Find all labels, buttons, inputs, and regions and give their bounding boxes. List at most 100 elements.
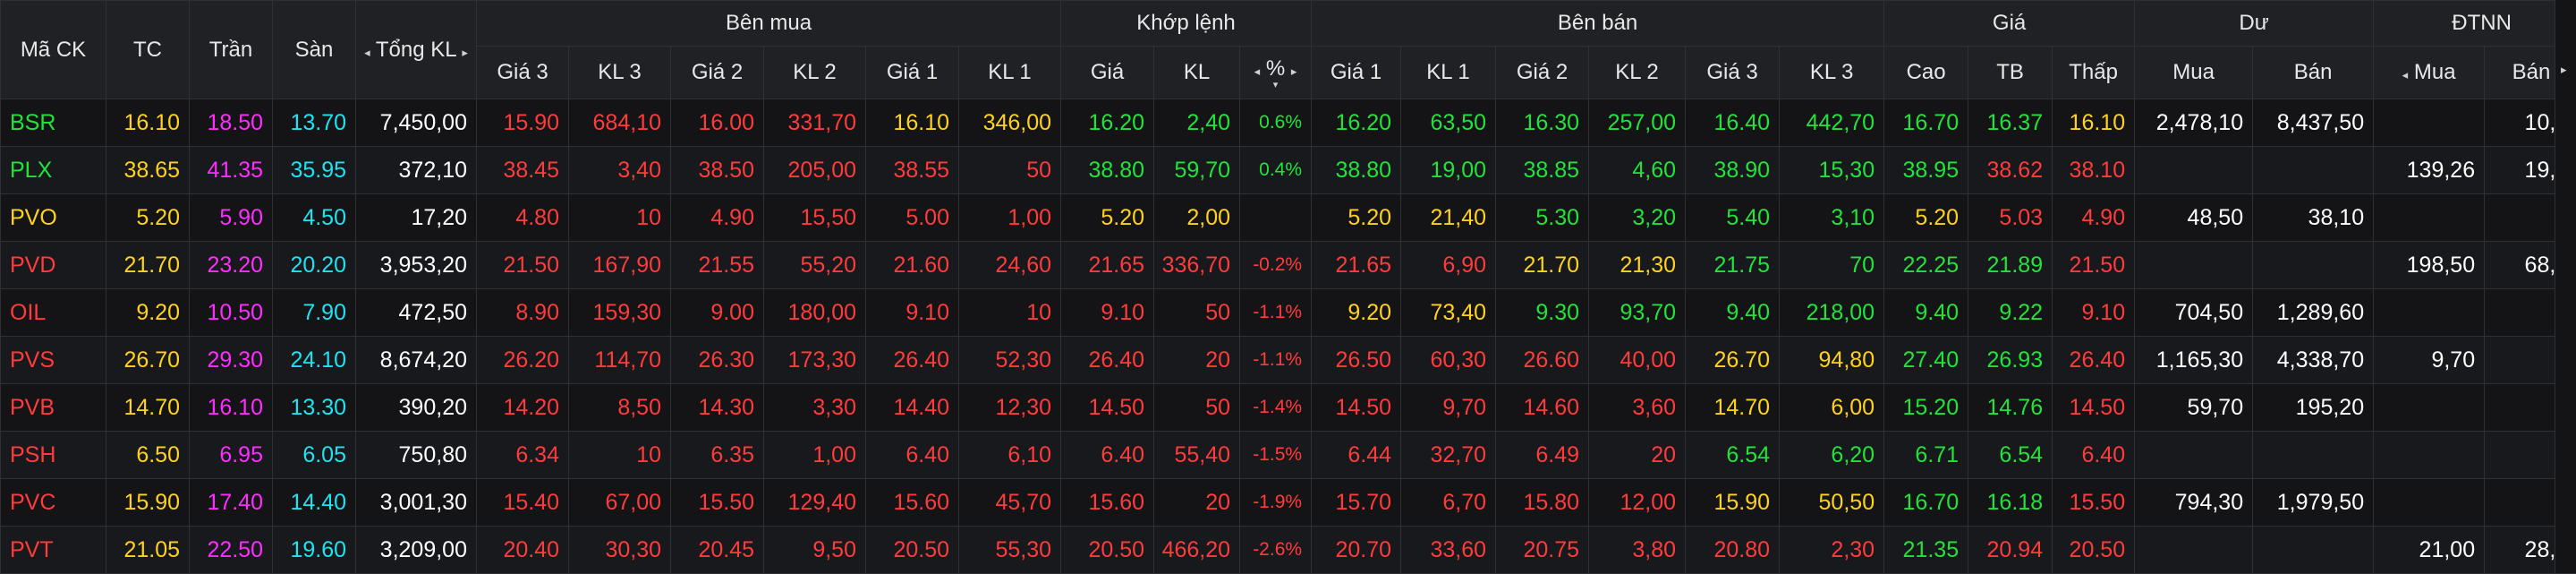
remain-buy: 48,50 <box>2135 194 2253 242</box>
col-sell-price-1[interactable]: Giá 1 <box>1312 47 1401 99</box>
ref-price: 21.05 <box>106 527 190 574</box>
sell-vol-1: 60,30 <box>1401 337 1496 384</box>
triangle-left-icon[interactable]: ◂ <box>2402 68 2409 81</box>
high-price: 5.20 <box>1884 194 1968 242</box>
table-row[interactable]: PVC 15.90 17.40 14.40 3,001,30 15.40 67,… <box>1 479 2576 527</box>
col-buy-vol-3[interactable]: KL 3 <box>569 47 671 99</box>
low-price: 6.40 <box>2053 432 2135 479</box>
stock-symbol[interactable]: PVB <box>1 384 106 432</box>
match-price: 20.50 <box>1061 527 1154 574</box>
col-buy-price-1[interactable]: Giá 1 <box>866 47 959 99</box>
col-high[interactable]: Cao <box>1884 47 1968 99</box>
match-vol: 20 <box>1154 337 1240 384</box>
remain-buy <box>2135 432 2253 479</box>
col-match-vol[interactable]: KL <box>1154 47 1240 99</box>
table-row[interactable]: PVO 5.20 5.90 4.50 17,20 4.80 10 4.90 15… <box>1 194 2576 242</box>
high-price: 27.40 <box>1884 337 1968 384</box>
stock-symbol[interactable]: PVS <box>1 337 106 384</box>
col-sell-price-3[interactable]: Giá 3 <box>1686 47 1780 99</box>
buy-vol-3: 684,10 <box>569 99 671 147</box>
buy-vol-1: 45,70 <box>959 479 1061 527</box>
sell-vol-3: 50,50 <box>1780 479 1884 527</box>
buy-vol-2: 331,70 <box>764 99 866 147</box>
ceiling-price: 17.40 <box>190 479 273 527</box>
col-sell-vol-3[interactable]: KL 3 <box>1780 47 1884 99</box>
stock-symbol[interactable]: PVO <box>1 194 106 242</box>
table-row[interactable]: PVD 21.70 23.20 20.20 3,953,20 21.50 167… <box>1 242 2576 289</box>
remain-sell <box>2253 147 2374 194</box>
match-price: 21.65 <box>1061 242 1154 289</box>
sell-price-3: 26.70 <box>1686 337 1780 384</box>
stock-symbol[interactable]: PVD <box>1 242 106 289</box>
horizontal-scroll-edge[interactable]: ▸ <box>2555 0 2576 573</box>
stock-symbol[interactable]: PLX <box>1 147 106 194</box>
triangle-right-icon[interactable]: ▸ <box>1291 64 1297 78</box>
triangle-right-icon[interactable]: ▸ <box>462 46 468 59</box>
triangle-right-icon[interactable]: ▸ <box>2561 63 2567 77</box>
total-volume: 750,80 <box>356 432 477 479</box>
high-price: 9.40 <box>1884 289 1968 337</box>
stock-symbol[interactable]: PVT <box>1 527 106 574</box>
match-vol: 466,20 <box>1154 527 1240 574</box>
col-sell-vol-2[interactable]: KL 2 <box>1589 47 1686 99</box>
col-buy-vol-1[interactable]: KL 1 <box>959 47 1061 99</box>
col-sell-vol-1[interactable]: KL 1 <box>1401 47 1496 99</box>
match-price: 16.20 <box>1061 99 1154 147</box>
buy-price-3: 8.90 <box>477 289 569 337</box>
col-foreign-buy[interactable]: ◂ Mua <box>2374 47 2485 99</box>
col-avg[interactable]: TB <box>1968 47 2053 99</box>
buy-price-2: 20.45 <box>671 527 764 574</box>
col-symbol[interactable]: Mã CK <box>1 1 106 99</box>
table-row[interactable]: BSR 16.10 18.50 13.70 7,450,00 15.90 684… <box>1 99 2576 147</box>
floor-price: 13.70 <box>273 99 356 147</box>
match-vol: 59,70 <box>1154 147 1240 194</box>
buy-vol-3: 167,90 <box>569 242 671 289</box>
stock-symbol[interactable]: OIL <box>1 289 106 337</box>
col-total-volume[interactable]: ◂ Tổng KL ▸ <box>356 1 477 99</box>
col-remain-buy[interactable]: Mua <box>2135 47 2253 99</box>
table-row[interactable]: PLX 38.65 41.35 35.95 372,10 38.45 3,40 … <box>1 147 2576 194</box>
buy-vol-2: 55,20 <box>764 242 866 289</box>
ref-price: 38.65 <box>106 147 190 194</box>
col-low[interactable]: Thấp <box>2053 47 2135 99</box>
low-price: 21.50 <box>2053 242 2135 289</box>
avg-price: 26.93 <box>1968 337 2053 384</box>
col-match-pct[interactable]: ◂ % ▸ ▾ <box>1240 47 1312 99</box>
col-floor[interactable]: Sàn <box>273 1 356 99</box>
table-row[interactable]: PVB 14.70 16.10 13.30 390,20 14.20 8,50 … <box>1 384 2576 432</box>
triangle-left-icon[interactable]: ◂ <box>1254 64 1261 78</box>
sell-vol-1: 73,40 <box>1401 289 1496 337</box>
col-buy-price-2[interactable]: Giá 2 <box>671 47 764 99</box>
table-row[interactable]: PVS 26.70 29.30 24.10 8,674,20 26.20 114… <box>1 337 2576 384</box>
col-sell-price-2[interactable]: Giá 2 <box>1496 47 1589 99</box>
ceiling-price: 5.90 <box>190 194 273 242</box>
col-buy-vol-2[interactable]: KL 2 <box>764 47 866 99</box>
sort-desc-icon[interactable]: ▾ <box>1240 81 1311 89</box>
match-price: 6.40 <box>1061 432 1154 479</box>
triangle-left-icon[interactable]: ◂ <box>364 46 370 59</box>
sell-price-1: 9.20 <box>1312 289 1401 337</box>
sell-price-1: 38.80 <box>1312 147 1401 194</box>
table-row[interactable]: PSH 6.50 6.95 6.05 750,80 6.34 10 6.35 1… <box>1 432 2576 479</box>
sell-price-3: 9.40 <box>1686 289 1780 337</box>
table-row[interactable]: OIL 9.20 10.50 7.90 472,50 8.90 159,30 9… <box>1 289 2576 337</box>
col-ceiling[interactable]: Trần <box>190 1 273 99</box>
ref-price: 9.20 <box>106 289 190 337</box>
ceiling-price: 18.50 <box>190 99 273 147</box>
col-remain-sell[interactable]: Bán <box>2253 47 2374 99</box>
col-match-price[interactable]: Giá <box>1061 47 1154 99</box>
low-price: 26.40 <box>2053 337 2135 384</box>
col-ref-price[interactable]: TC <box>106 1 190 99</box>
table-row[interactable]: PVT 21.05 22.50 19.60 3,209,00 20.40 30,… <box>1 527 2576 574</box>
low-price: 15.50 <box>2053 479 2135 527</box>
total-volume: 472,50 <box>356 289 477 337</box>
col-buy-price-3[interactable]: Giá 3 <box>477 47 569 99</box>
sell-price-2: 6.49 <box>1496 432 1589 479</box>
buy-price-1: 26.40 <box>866 337 959 384</box>
stock-symbol[interactable]: PSH <box>1 432 106 479</box>
stock-symbol[interactable]: PVC <box>1 479 106 527</box>
sell-vol-3: 15,30 <box>1780 147 1884 194</box>
ref-price: 21.70 <box>106 242 190 289</box>
stock-symbol[interactable]: BSR <box>1 99 106 147</box>
buy-price-2: 14.30 <box>671 384 764 432</box>
